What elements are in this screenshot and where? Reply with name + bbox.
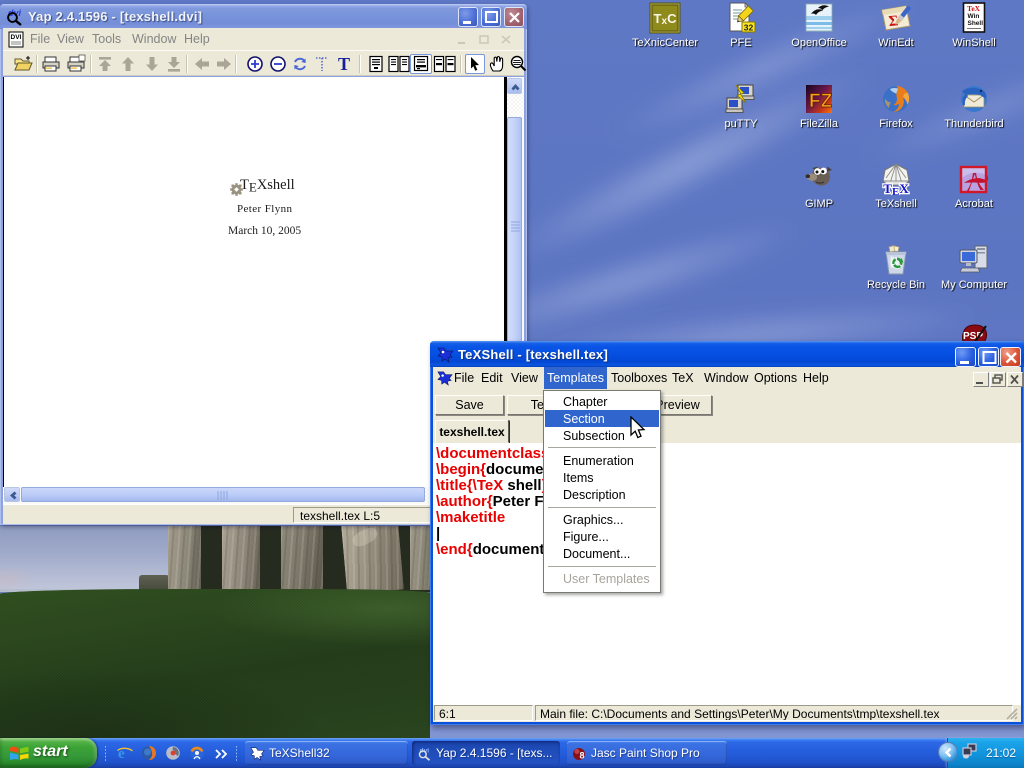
svg-text:Shell: Shell — [968, 20, 984, 27]
svg-text:32: 32 — [744, 23, 754, 33]
svg-text:DVI: DVI — [11, 34, 22, 41]
svg-text:FZ: FZ — [809, 91, 833, 112]
svg-text:T: T — [338, 54, 350, 74]
svg-text:TeX: TeX — [967, 4, 981, 13]
svg-text:8: 8 — [580, 751, 585, 761]
svg-text:Win: Win — [968, 13, 980, 20]
